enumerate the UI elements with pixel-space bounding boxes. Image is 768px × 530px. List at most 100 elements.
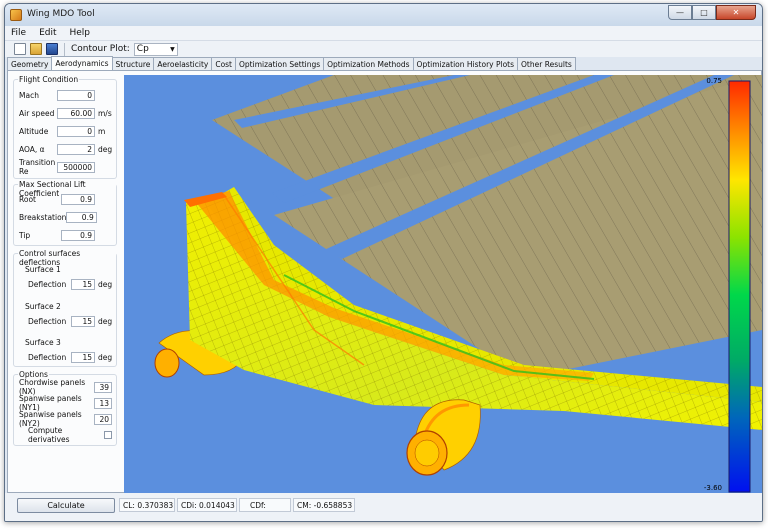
aoa-unit: deg	[98, 144, 113, 154]
surface-3-label: Surface 3	[25, 338, 61, 347]
breakstation-row: Breakstation 0.9	[19, 211, 112, 223]
new-file-icon[interactable]	[14, 43, 26, 55]
cdi-readout: CDi: 0.014043	[177, 498, 237, 512]
nx-input[interactable]: 39	[94, 381, 112, 393]
transition-re-input[interactable]: 500000	[57, 161, 95, 173]
flight-condition-title: Flight Condition	[18, 75, 80, 84]
cm-readout: CM: -0.658853	[293, 498, 355, 512]
window-title: Wing MDO Tool	[27, 9, 95, 19]
aoa-label: AOA, α	[19, 144, 45, 154]
airspeed-label: Air speed	[19, 108, 55, 118]
tab-structure[interactable]: Structure	[111, 57, 155, 70]
airspeed-input[interactable]: 60.00	[57, 107, 95, 119]
contour-plot-value: Cp	[136, 44, 149, 54]
surface-2-row: Deflection 15 deg	[28, 315, 112, 327]
surface-1-row: Deflection 15 deg	[28, 278, 112, 290]
surface-3-deflection-input[interactable]: 15	[71, 351, 95, 363]
3d-viewport[interactable]: 0.75 -3.60	[124, 75, 762, 493]
surface-1-deflection-input[interactable]: 15	[71, 278, 95, 290]
surface-3-unit: deg	[98, 352, 113, 362]
mach-row: Mach 0	[19, 89, 112, 101]
tab-other-results[interactable]: Other Results	[517, 57, 576, 70]
open-folder-icon[interactable]	[30, 43, 42, 55]
input-panel: Flight Condition Mach 0 Air speed 60.00 …	[13, 75, 117, 490]
chevron-down-icon: ▼	[170, 45, 175, 53]
tab-aeroelasticity[interactable]: Aeroelasticity	[153, 57, 213, 70]
toolbar: Contour Plot: Cp ▼	[5, 41, 762, 57]
tip-input[interactable]: 0.9	[61, 229, 95, 241]
surface-1-label: Surface 1	[25, 265, 61, 274]
transition-re-label: Transition Re	[19, 158, 56, 176]
surface-2-unit: deg	[98, 316, 113, 326]
wing-render: 0.75 -3.60	[154, 75, 762, 493]
derivatives-checkbox[interactable]	[104, 431, 112, 439]
colorbar-max-label: 0.75	[706, 77, 722, 85]
surface-2-deflection-label: Deflection	[28, 316, 67, 326]
tab-geometry[interactable]: Geometry	[7, 57, 53, 70]
tab-content: Flight Condition Mach 0 Air speed 60.00 …	[7, 70, 762, 493]
derivatives-row: Compute derivatives	[28, 426, 112, 444]
surface-3-row: Deflection 15 deg	[28, 351, 112, 363]
colorbar	[728, 80, 751, 493]
root-input[interactable]: 0.9	[61, 193, 95, 205]
tab-optimization-methods[interactable]: Optimization Methods	[323, 57, 414, 70]
tab-cost[interactable]: Cost	[211, 57, 237, 70]
max-lift-group: Max Sectional Lift Coefficient Root 0.9 …	[13, 180, 117, 246]
altitude-unit: m	[98, 126, 106, 136]
tip-row: Tip 0.9	[19, 229, 112, 241]
tab-optimization-history-plots[interactable]: Optimization History Plots	[412, 57, 519, 70]
menu-file[interactable]: File	[11, 28, 26, 38]
altitude-row: Altitude 0 m	[19, 125, 112, 137]
close-button[interactable]: ✕	[716, 5, 756, 20]
title-bar: Wing MDO Tool — □ ✕	[5, 4, 762, 26]
menu-edit[interactable]: Edit	[39, 28, 56, 38]
contour-plot-label: Contour Plot:	[71, 44, 130, 54]
root-label: Root	[19, 194, 36, 204]
ny1-row: Spanwise panels (NY1) 13	[19, 394, 112, 412]
aoa-input[interactable]: 2	[57, 143, 95, 155]
app-window: Wing MDO Tool — □ ✕ File Edit Help Conto…	[4, 3, 763, 522]
app-icon	[10, 9, 22, 21]
surface-3-deflection-label: Deflection	[28, 352, 67, 362]
save-icon[interactable]	[46, 43, 58, 55]
menu-help[interactable]: Help	[70, 28, 91, 38]
calculate-button[interactable]: Calculate	[17, 498, 115, 513]
surface-2-deflection-input[interactable]: 15	[71, 315, 95, 327]
control-surfaces-group: Control surfaces deflections Surface 1 D…	[13, 249, 117, 367]
altitude-label: Altitude	[19, 126, 49, 136]
ny2-input[interactable]: 20	[94, 413, 112, 425]
tab-optimization-settings[interactable]: Optimization Settings	[235, 57, 325, 70]
cl-readout: CL: 0.370383	[119, 498, 175, 512]
derivatives-label: Compute derivatives	[28, 426, 70, 444]
transition-re-row: Transition Re 500000	[19, 158, 112, 176]
options-group: Options Chordwise panels (NX) 39 Spanwis…	[13, 370, 117, 446]
nx-row: Chordwise panels (NX) 39	[19, 378, 112, 396]
tab-strip: Geometry Aerodynamics Structure Aeroelas…	[5, 56, 762, 70]
surface-1-deflection-label: Deflection	[28, 279, 67, 289]
airspeed-row: Air speed 60.00 m/s	[19, 107, 112, 119]
altitude-input[interactable]: 0	[57, 125, 95, 137]
surface-1-unit: deg	[98, 279, 113, 289]
surface-2-label: Surface 2	[25, 302, 61, 311]
status-bar: Calculate CL: 0.370383 CDi: 0.014043 CDf…	[5, 493, 762, 521]
maximize-button[interactable]: □	[692, 5, 716, 20]
colorbar-min-label: -3.60	[704, 484, 722, 492]
root-row: Root 0.9	[19, 193, 112, 205]
tab-aerodynamics[interactable]: Aerodynamics	[51, 56, 113, 70]
minimize-button[interactable]: —	[668, 5, 692, 20]
menu-bar: File Edit Help	[5, 26, 762, 41]
mach-input[interactable]: 0	[57, 89, 95, 101]
aoa-row: AOA, α 2 deg	[19, 143, 112, 155]
airspeed-unit: m/s	[98, 108, 112, 118]
tip-label: Tip	[19, 230, 31, 240]
mach-label: Mach	[19, 90, 39, 100]
flight-condition-group: Flight Condition Mach 0 Air speed 60.00 …	[13, 75, 117, 179]
breakstation-label: Breakstation	[19, 212, 67, 222]
window-controls: — □ ✕	[668, 5, 756, 20]
ny2-row: Spanwise panels (NY2) 20	[19, 410, 112, 428]
breakstation-input[interactable]: 0.9	[66, 211, 97, 223]
cdf-readout: CDf:	[239, 498, 291, 512]
toolbar-separator	[64, 42, 65, 56]
ny1-input[interactable]: 13	[94, 397, 112, 409]
contour-plot-select[interactable]: Cp ▼	[133, 42, 178, 56]
